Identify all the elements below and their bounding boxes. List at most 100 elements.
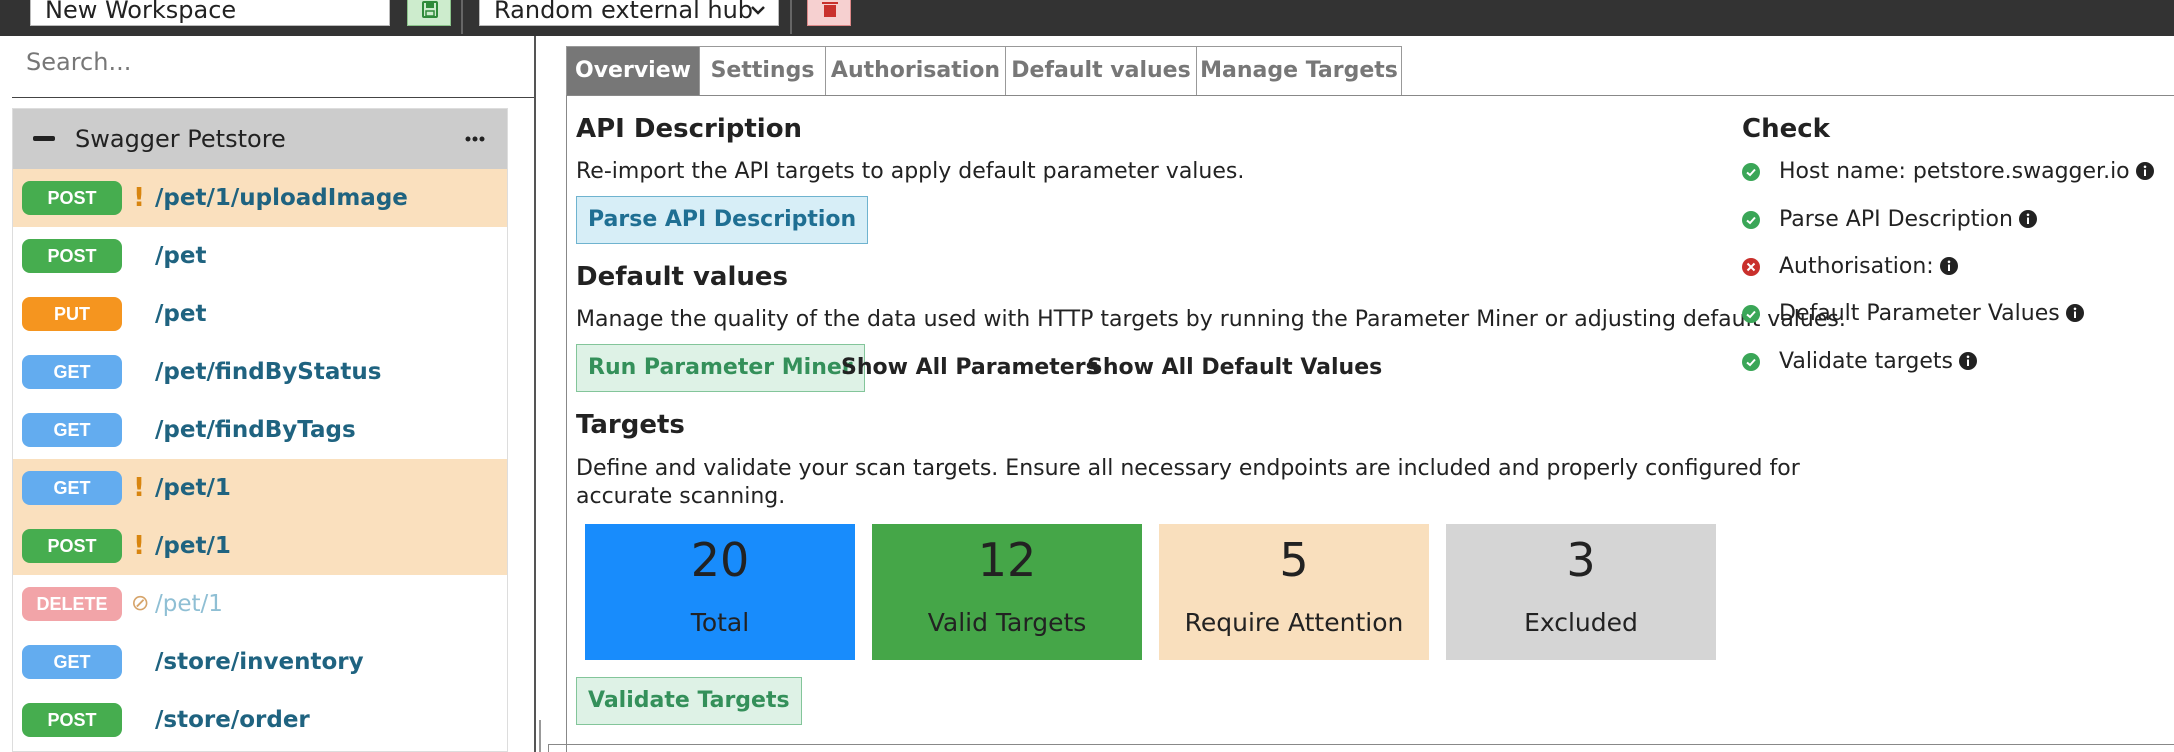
endpoint-path: /pet <box>155 243 207 269</box>
method-badge: GET <box>22 355 122 389</box>
card-value: 5 <box>1279 533 1309 587</box>
card-value: 12 <box>977 533 1037 587</box>
method-badge: DELETE <box>22 587 122 621</box>
excluded-icon: ⊘ <box>131 591 150 616</box>
card-label: Excluded <box>1524 608 1638 637</box>
content-border <box>566 95 567 752</box>
tab-default-values[interactable]: Default values <box>1005 46 1197 96</box>
sidebar: Search... Swagger Petstore POST ! /pet/1… <box>0 36 536 752</box>
check-circle-icon <box>1742 211 1760 229</box>
info-icon[interactable] <box>1959 352 1978 370</box>
trash-icon <box>822 2 838 17</box>
floppy-disk-icon <box>422 1 438 18</box>
total-targets-card[interactable]: 20 Total <box>585 524 855 660</box>
group-header[interactable]: Swagger Petstore <box>13 109 507 169</box>
endpoint-row[interactable]: DELETE ⊘ /pet/1 <box>13 575 507 633</box>
panel-divider[interactable] <box>534 36 536 752</box>
endpoint-path: /store/order <box>155 707 310 733</box>
more-options-icon[interactable] <box>463 133 487 145</box>
panel-resize-handle[interactable] <box>539 720 541 752</box>
delete-button[interactable] <box>807 0 851 26</box>
excluded-targets-card[interactable]: 3 Excluded <box>1446 524 1716 660</box>
info-icon[interactable] <box>2065 304 2084 322</box>
run-parameter-miner-button[interactable]: Run Parameter Miner <box>576 344 865 392</box>
check-label: Host name: petstore.swagger.io <box>1779 159 2130 184</box>
endpoint-path: /pet/1 <box>155 533 231 559</box>
valid-targets-card[interactable]: 12 Valid Targets <box>872 524 1142 660</box>
check-heading: Check <box>1742 114 1830 144</box>
card-label: Valid Targets <box>927 608 1087 637</box>
endpoint-path: /pet/findByTags <box>155 417 356 443</box>
method-badge: PUT <box>22 297 122 331</box>
endpoint-row[interactable]: POST /store/order <box>13 691 507 749</box>
warning-icon: ! <box>133 473 145 503</box>
hub-select-value: Random external hub <box>494 0 754 24</box>
error-circle-icon <box>1742 258 1760 276</box>
default-values-heading: Default values <box>576 262 788 292</box>
validate-targets-button[interactable]: Validate Targets <box>576 677 802 725</box>
endpoint-row[interactable]: GET /store/inventory <box>13 633 507 691</box>
endpoint-row[interactable]: GET /pet/findByStatus <box>13 343 507 401</box>
endpoint-row[interactable]: POST ! /pet/1 <box>13 517 507 575</box>
group-title: Swagger Petstore <box>75 125 286 153</box>
endpoint-row[interactable]: POST /pet <box>13 227 507 285</box>
check-circle-icon <box>1742 305 1760 323</box>
search-input[interactable]: Search... <box>12 36 536 98</box>
check-label: Default Parameter Values <box>1779 301 2060 326</box>
method-badge: POST <box>22 239 122 273</box>
save-button[interactable] <box>407 0 451 26</box>
tab-authorisation[interactable]: Authorisation <box>825 46 1006 96</box>
endpoint-row[interactable]: GET ! /pet/1 <box>13 459 507 517</box>
card-label: Require Attention <box>1184 608 1404 637</box>
check-circle-icon <box>1742 163 1760 181</box>
tab-overview[interactable]: Overview <box>566 46 700 96</box>
endpoint-path: /pet/findByStatus <box>155 359 382 385</box>
info-icon[interactable] <box>2135 162 2154 180</box>
default-values-text: Manage the quality of the data used with… <box>576 307 1846 332</box>
tab-settings[interactable]: Settings <box>699 46 826 96</box>
api-description-text: Re-import the API targets to apply defau… <box>576 159 1245 184</box>
endpoint-row[interactable]: PUT /pet <box>13 285 507 343</box>
method-badge: GET <box>22 645 122 679</box>
tab-underline <box>566 95 2174 96</box>
endpoint-row[interactable]: POST ! /pet/1/uploadImage <box>13 169 507 227</box>
tab-manage-targets[interactable]: Manage Targets <box>1196 46 1402 96</box>
require-attention-card[interactable]: 5 Require Attention <box>1159 524 1429 660</box>
targets-heading: Targets <box>576 410 685 440</box>
info-icon[interactable] <box>2018 210 2037 228</box>
hub-select[interactable]: Random external hub <box>479 0 779 26</box>
check-label: Validate targets <box>1779 349 1954 374</box>
top-toolbar: New Workspace Random external hub <box>0 0 2174 36</box>
show-all-parameters-button[interactable]: Show All Parameters <box>841 344 1099 392</box>
endpoint-path: /pet/1/uploadImage <box>155 185 408 211</box>
targets-text-line2: accurate scanning. <box>576 484 786 509</box>
show-all-default-values-button[interactable]: Show All Default Values <box>1087 344 1382 392</box>
api-group: Swagger Petstore POST ! /pet/1/uploadIma… <box>12 108 508 752</box>
endpoint-path: /pet/1 <box>155 475 231 501</box>
info-icon[interactable] <box>1939 257 1958 275</box>
check-label: Authorisation: <box>1779 254 1934 279</box>
method-badge: POST <box>22 529 122 563</box>
bottom-panel-edge <box>548 744 2174 752</box>
chevron-down-icon <box>751 6 765 15</box>
check-label: Parse API Description <box>1779 207 2013 232</box>
warning-icon: ! <box>133 531 145 561</box>
targets-text-line1: Define and validate your scan targets. E… <box>576 456 1800 481</box>
warning-icon: ! <box>133 183 145 213</box>
method-badge: POST <box>22 181 122 215</box>
collapse-icon[interactable] <box>33 136 55 141</box>
endpoint-path: /store/inventory <box>155 649 364 675</box>
endpoint-path: /pet/1 <box>155 591 223 617</box>
method-badge: GET <box>22 471 122 505</box>
method-badge: POST <box>22 703 122 737</box>
toolbar-separator <box>790 0 792 34</box>
card-label: Total <box>690 608 750 637</box>
toolbar-separator <box>461 0 463 34</box>
workspace-name-input[interactable]: New Workspace <box>30 0 390 26</box>
api-description-heading: API Description <box>576 114 803 144</box>
parse-api-description-button[interactable]: Parse API Description <box>576 196 869 244</box>
check-circle-icon <box>1742 353 1760 371</box>
endpoint-row[interactable]: GET /pet/findByTags <box>13 401 507 459</box>
endpoint-path: /pet <box>155 301 207 327</box>
card-value: 20 <box>690 533 750 587</box>
